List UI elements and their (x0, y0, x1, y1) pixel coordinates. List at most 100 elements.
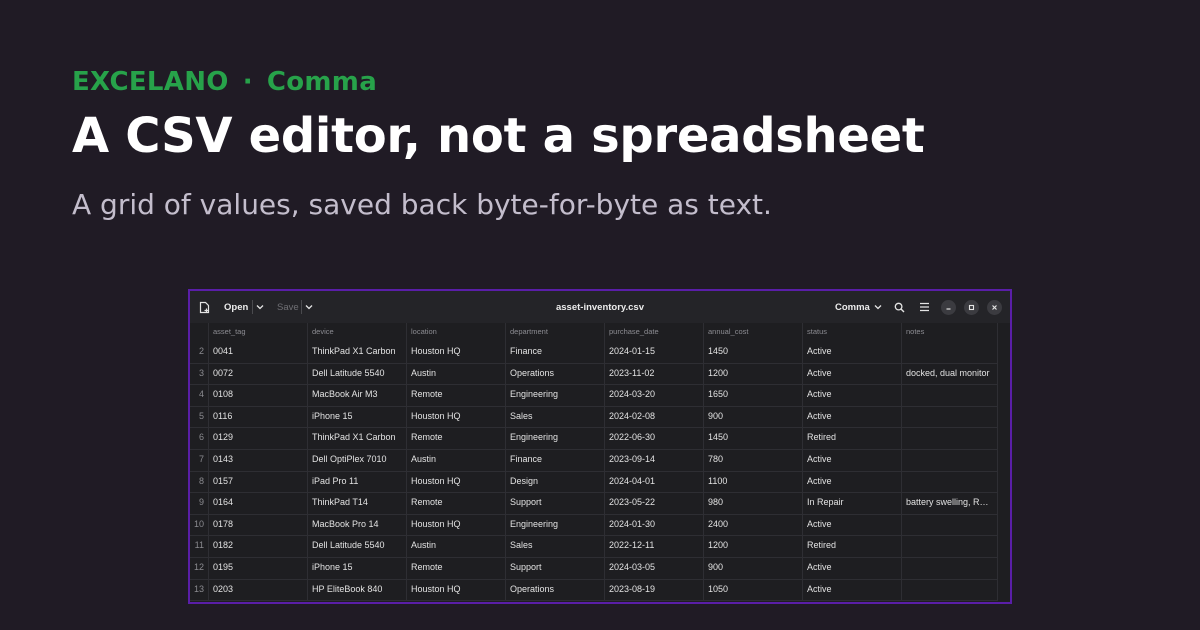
table-cell[interactable]: Dell OptiPlex 7010 (307, 449, 406, 471)
table-cell[interactable]: 0164 (208, 492, 307, 514)
table-cell[interactable]: ThinkPad X1 Carbon (307, 427, 406, 449)
table-cell[interactable]: 2023-08-19 (604, 578, 703, 601)
table-row[interactable]: 4 0108 MacBook Air M3 Remote Engineering 2024… (190, 384, 998, 407)
column-header[interactable]: asset_tag (208, 323, 307, 341)
column-header[interactable]: location (406, 323, 505, 341)
table-row[interactable]: 2 0041 ThinkPad X1 Carbon Houston HQ Finance… (190, 341, 998, 364)
table-cell[interactable] (901, 427, 998, 449)
table-cell[interactable]: 0143 (208, 449, 307, 471)
table-cell[interactable]: 0116 (208, 405, 307, 428)
table-cell[interactable]: 1050 (703, 578, 802, 601)
table-cell[interactable]: 2024-02-08 (604, 405, 703, 428)
table-cell[interactable]: Operations (505, 362, 604, 385)
table-cell[interactable] (901, 535, 998, 557)
table-cell[interactable]: Operations (505, 578, 604, 601)
table-cell[interactable]: MacBook Pro 14 (307, 513, 406, 536)
table-cell[interactable]: 2400 (703, 513, 802, 536)
maximize-button[interactable] (964, 291, 979, 323)
table-cell[interactable]: 0182 (208, 535, 307, 557)
table-cell[interactable]: Finance (505, 341, 604, 363)
table-cell[interactable]: 2023-11-02 (604, 362, 703, 385)
table-cell[interactable]: 1200 (703, 362, 802, 385)
table-cell[interactable]: Active (802, 362, 901, 385)
table-cell[interactable]: MacBook Air M3 (307, 384, 406, 406)
table-cell[interactable]: HP EliteBook 840 (307, 578, 406, 601)
table-cell[interactable]: 2022-06-30 (604, 427, 703, 449)
table-cell[interactable]: Design (505, 470, 604, 493)
table-cell[interactable]: ThinkPad T14 (307, 492, 406, 514)
table-cell[interactable]: 0157 (208, 470, 307, 493)
table-cell[interactable] (901, 405, 998, 428)
table-cell[interactable]: Active (802, 405, 901, 428)
table-cell[interactable]: Active (802, 449, 901, 471)
table-cell[interactable]: Sales (505, 535, 604, 557)
table-cell[interactable] (901, 513, 998, 536)
table-cell[interactable]: Active (802, 384, 901, 406)
table-cell[interactable]: 2024-03-20 (604, 384, 703, 406)
table-row[interactable]: 11 0182 Dell Latitude 5540 Austin Sales 2022-… (190, 535, 998, 558)
table-cell[interactable]: 2024-01-30 (604, 513, 703, 536)
table-cell[interactable]: 0178 (208, 513, 307, 536)
column-header[interactable]: department (505, 323, 604, 341)
table-cell[interactable]: 2023-05-22 (604, 492, 703, 514)
table-cell[interactable]: docked, dual monitor (901, 362, 998, 385)
table-cell[interactable]: Dell Latitude 5540 (307, 535, 406, 557)
table-cell[interactable]: Active (802, 557, 901, 579)
table-row[interactable]: 8 0157 iPad Pro 11 Houston HQ Design 2024-04-… (190, 470, 998, 494)
table-cell[interactable] (901, 449, 998, 471)
table-cell[interactable]: Engineering (505, 513, 604, 536)
delimiter-dropdown[interactable]: Comma (835, 291, 882, 323)
table-cell[interactable]: Houston HQ (406, 405, 505, 428)
table-cell[interactable]: Active (802, 470, 901, 493)
table-row[interactable]: 3 0072 Dell Latitude 5540 Austin Operations 2… (190, 362, 998, 386)
table-cell[interactable]: 1100 (703, 470, 802, 493)
table-row[interactable]: 5 0116 iPhone 15 Houston HQ Sales 2024-02-08 9… (190, 405, 998, 429)
table-cell[interactable]: ThinkPad X1 Carbon (307, 341, 406, 363)
table-cell[interactable]: Remote (406, 557, 505, 579)
table-cell[interactable]: iPhone 15 (307, 405, 406, 428)
table-row[interactable]: 9 0164 ThinkPad T14 Remote Support 2023-05-22… (190, 492, 998, 515)
table-row[interactable]: 13 0203 HP EliteBook 840 Houston HQ Operatio… (190, 578, 998, 602)
table-cell[interactable]: 980 (703, 492, 802, 514)
column-header[interactable]: purchase_date (604, 323, 703, 341)
table-cell[interactable]: 0203 (208, 578, 307, 601)
table-row[interactable]: 10 0178 MacBook Pro 14 Houston HQ Engineerin… (190, 513, 998, 537)
table-cell[interactable]: 900 (703, 405, 802, 428)
table-cell[interactable]: In Repair (802, 492, 901, 514)
table-row[interactable]: 12 0195 iPhone 15 Remote Support 2024-03-05 90… (190, 557, 998, 580)
close-button[interactable] (987, 291, 1002, 323)
table-cell[interactable]: 0129 (208, 427, 307, 449)
table-cell[interactable]: 2022-12-11 (604, 535, 703, 557)
table-cell[interactable]: Support (505, 492, 604, 514)
table-cell[interactable]: 0072 (208, 362, 307, 385)
table-cell[interactable]: Remote (406, 427, 505, 449)
table-cell[interactable]: Active (802, 578, 901, 601)
table-cell[interactable] (901, 578, 998, 601)
table-cell[interactable]: Engineering (505, 427, 604, 449)
table-cell[interactable]: Support (505, 557, 604, 579)
minimize-button[interactable] (941, 291, 956, 323)
table-cell[interactable]: Dell Latitude 5540 (307, 362, 406, 385)
table-cell[interactable]: 2024-03-05 (604, 557, 703, 579)
table-cell[interactable]: Engineering (505, 384, 604, 406)
table-cell[interactable]: 2023-09-14 (604, 449, 703, 471)
table-row[interactable]: 6 0129 ThinkPad X1 Carbon Remote Engineering… (190, 427, 998, 450)
table-cell[interactable]: 780 (703, 449, 802, 471)
table-cell[interactable]: Remote (406, 384, 505, 406)
table-cell[interactable]: Austin (406, 362, 505, 385)
table-cell[interactable]: Austin (406, 449, 505, 471)
table-cell[interactable]: iPad Pro 11 (307, 470, 406, 493)
table-cell[interactable]: iPhone 15 (307, 557, 406, 579)
table-cell[interactable] (901, 470, 998, 493)
table-cell[interactable]: 0108 (208, 384, 307, 406)
table-row[interactable]: 7 0143 Dell OptiPlex 7010 Austin Finance 2023… (190, 449, 998, 472)
table-cell[interactable]: 1650 (703, 384, 802, 406)
table-cell[interactable]: Houston HQ (406, 513, 505, 536)
table-cell[interactable]: Active (802, 513, 901, 536)
hamburger-menu-icon[interactable] (919, 291, 930, 323)
search-icon[interactable] (894, 291, 905, 323)
table-cell[interactable]: Austin (406, 535, 505, 557)
column-header[interactable]: status (802, 323, 901, 341)
table-cell[interactable]: 0041 (208, 341, 307, 363)
table-cell[interactable]: 1200 (703, 535, 802, 557)
